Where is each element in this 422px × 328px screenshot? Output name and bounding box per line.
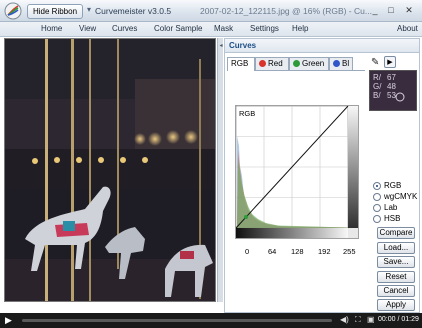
menu-curves[interactable]: Curves bbox=[112, 24, 137, 33]
curve-graph[interactable]: RGB bbox=[236, 106, 358, 238]
forward-arrow-icon[interactable]: ▶ bbox=[384, 56, 396, 68]
curve-channel-label: RGB bbox=[239, 109, 255, 118]
readout-g-value: 48 bbox=[387, 82, 396, 91]
radio-button[interactable] bbox=[373, 215, 381, 223]
fullscreen-icon[interactable]: ⛶ bbox=[355, 315, 361, 325]
readout-b-label: B/ bbox=[373, 91, 381, 100]
app-logo-icon[interactable] bbox=[4, 2, 22, 20]
document-title: 2007-02-12_122115.jpg @ 16% (RGB) - Cu..… bbox=[200, 6, 372, 16]
x-tick-label: 128 bbox=[291, 247, 304, 256]
mode-label: HSB bbox=[384, 214, 401, 223]
compare-button[interactable]: Compare bbox=[377, 227, 415, 239]
curves-panel: Curves RGB Red Green Bl ✎ ▶ R/ 67 G/ 48 … bbox=[224, 38, 420, 313]
panel-title: Curves bbox=[225, 39, 419, 53]
x-tick-label: 192 bbox=[318, 247, 331, 256]
sample-target-icon bbox=[395, 92, 405, 102]
save-button[interactable]: Save... bbox=[377, 256, 415, 268]
load-button[interactable]: Load... bbox=[377, 242, 415, 254]
volume-icon[interactable]: ◀) bbox=[340, 315, 349, 325]
radio-button[interactable] bbox=[373, 204, 381, 212]
minimize-button[interactable]: _ bbox=[368, 4, 382, 17]
app-title: Curvemeister v3.0.5 bbox=[95, 6, 172, 16]
menu-settings[interactable]: Settings bbox=[250, 24, 279, 33]
apply-button[interactable]: Apply bbox=[377, 299, 415, 311]
maximize-button[interactable]: □ bbox=[384, 4, 398, 17]
radio-button[interactable] bbox=[373, 193, 381, 201]
x-tick-label: 0 bbox=[245, 247, 250, 256]
x-tick-label: 64 bbox=[268, 247, 277, 256]
title-bar: Hide Ribbon ▾ Curvemeister v3.0.5 2007-0… bbox=[0, 0, 422, 22]
readout-r-label: R/ bbox=[373, 73, 381, 82]
tab-label: Red bbox=[268, 59, 283, 68]
tab-rgb[interactable]: RGB bbox=[227, 57, 255, 71]
quick-access-dropdown-icon[interactable]: ▾ bbox=[87, 5, 93, 17]
menu-view[interactable]: View bbox=[79, 24, 96, 33]
carousel-photo bbox=[5, 39, 215, 301]
tab-label: RGB bbox=[231, 59, 249, 68]
hide-ribbon-button[interactable]: Hide Ribbon bbox=[27, 4, 83, 19]
tab-label: Bl bbox=[342, 59, 350, 68]
color-sample-readout: R/ 67 G/ 48 B/ 53 bbox=[369, 70, 417, 111]
tab-blue[interactable]: Bl bbox=[329, 57, 353, 70]
x-tick-label: 255 bbox=[343, 247, 356, 256]
menu-about[interactable]: About bbox=[397, 24, 418, 33]
tab-green[interactable]: Green bbox=[289, 57, 329, 70]
image-canvas[interactable] bbox=[4, 38, 216, 302]
reset-button[interactable]: Reset bbox=[377, 271, 415, 283]
mode-label: RGB bbox=[384, 181, 402, 190]
red-channel-icon bbox=[259, 60, 266, 67]
tab-label: Green bbox=[302, 59, 325, 68]
video-player-bar: ▶ ◀) ⛶ ▣ 00:00 / 01:29 bbox=[0, 313, 422, 328]
menu-mask[interactable]: Mask bbox=[214, 24, 233, 33]
readout-r-value: 67 bbox=[387, 73, 396, 82]
curve-editor[interactable]: RGB bbox=[235, 105, 359, 239]
ribbon-menu: Home View Curves Color Sample Mask Setti… bbox=[0, 22, 422, 37]
play-icon[interactable]: ▶ bbox=[5, 315, 15, 325]
mode-label: Lab bbox=[384, 203, 398, 212]
cancel-button[interactable]: Cancel bbox=[377, 285, 415, 297]
green-channel-icon bbox=[293, 60, 300, 67]
mode-label: wgCMYK bbox=[384, 192, 418, 201]
radio-button[interactable] bbox=[373, 182, 381, 190]
readout-g-label: G/ bbox=[373, 82, 382, 91]
close-button[interactable]: ✕ bbox=[402, 4, 416, 17]
blue-channel-icon bbox=[333, 60, 340, 67]
menu-color-sample[interactable]: Color Sample bbox=[154, 24, 202, 33]
panel-splitter[interactable]: ◂ bbox=[217, 38, 223, 302]
menu-home[interactable]: Home bbox=[41, 24, 62, 33]
playback-time: 00:00 / 01:29 bbox=[378, 316, 419, 323]
menu-help[interactable]: Help bbox=[292, 24, 308, 33]
settings-icon[interactable]: ▣ bbox=[367, 315, 375, 325]
seek-bar[interactable] bbox=[22, 319, 332, 322]
tab-red[interactable]: Red bbox=[255, 57, 289, 70]
eyedropper-icon[interactable]: ✎ bbox=[371, 57, 383, 69]
